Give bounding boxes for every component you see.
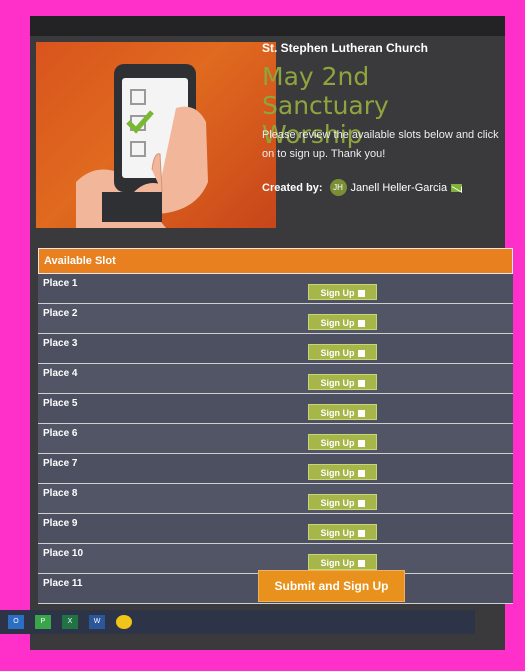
slot-label: Place 4 bbox=[43, 368, 78, 379]
slot-label: Place 10 bbox=[43, 548, 84, 559]
page-description: Please review the available slots below … bbox=[262, 129, 499, 160]
slot-row: Place 1 Sign Up bbox=[38, 274, 513, 304]
checkbox-icon[interactable] bbox=[357, 410, 365, 418]
slot-row: Place 9 Sign Up bbox=[38, 514, 513, 544]
slot-row: Place 3 Sign Up bbox=[38, 334, 513, 364]
sign-up-label: Sign Up bbox=[320, 378, 355, 388]
chrome-icon[interactable] bbox=[116, 615, 132, 629]
checkbox-icon[interactable] bbox=[357, 500, 365, 508]
sign-up-label: Sign Up bbox=[320, 558, 355, 568]
sign-up-button[interactable]: Sign Up bbox=[308, 374, 377, 390]
top-band bbox=[30, 16, 505, 36]
checkbox-icon[interactable] bbox=[357, 320, 365, 328]
sign-up-button[interactable]: Sign Up bbox=[308, 344, 377, 360]
sign-up-label: Sign Up bbox=[320, 408, 355, 418]
slot-row: Place 5 Sign Up bbox=[38, 394, 513, 424]
slot-label: Place 8 bbox=[43, 488, 78, 499]
sign-up-label: Sign Up bbox=[320, 318, 355, 328]
sign-up-label: Sign Up bbox=[320, 498, 355, 508]
sign-up-label: Sign Up bbox=[320, 288, 355, 298]
outlook-icon[interactable]: O bbox=[8, 615, 24, 629]
project-icon[interactable]: P bbox=[35, 615, 51, 629]
slot-label: Place 1 bbox=[43, 278, 78, 289]
table-header: Available Slot bbox=[38, 248, 513, 274]
sign-up-button[interactable]: Sign Up bbox=[308, 494, 377, 510]
excel-icon[interactable]: X bbox=[62, 615, 78, 629]
submit-signup-button[interactable]: Submit and Sign Up bbox=[258, 570, 405, 602]
sign-up-label: Sign Up bbox=[320, 348, 355, 358]
sign-up-button[interactable]: Sign Up bbox=[308, 404, 377, 420]
sign-up-label: Sign Up bbox=[320, 468, 355, 478]
slot-row: Place 4 Sign Up bbox=[38, 364, 513, 394]
slot-label: Place 6 bbox=[43, 428, 78, 439]
checkbox-icon[interactable] bbox=[357, 380, 365, 388]
slot-row: Place 8 Sign Up bbox=[38, 484, 513, 514]
slot-label: Place 2 bbox=[43, 308, 78, 319]
slot-label: Place 5 bbox=[43, 398, 78, 409]
created-by-label: Created by: bbox=[262, 181, 323, 194]
email-icon[interactable] bbox=[451, 183, 463, 192]
checkbox-icon[interactable] bbox=[357, 440, 365, 448]
sign-up-button[interactable]: Sign Up bbox=[308, 284, 377, 300]
sign-up-button[interactable]: Sign Up bbox=[308, 554, 377, 570]
phone-checklist-icon bbox=[76, 64, 208, 228]
checkbox-icon[interactable] bbox=[357, 470, 365, 478]
taskbar: O P X W bbox=[0, 610, 475, 634]
slot-label: Place 3 bbox=[43, 338, 78, 349]
sign-up-label: Sign Up bbox=[320, 528, 355, 538]
slot-row: Place 2 Sign Up bbox=[38, 304, 513, 334]
slot-label: Place 11 bbox=[43, 578, 83, 589]
slots-table: Available Slot Place 1 Sign Up Place 2 Sign… bbox=[38, 248, 513, 604]
sign-up-button[interactable]: Sign Up bbox=[308, 314, 377, 330]
sign-up-button[interactable]: Sign Up bbox=[308, 464, 377, 480]
slot-row: Place 7 Sign Up bbox=[38, 454, 513, 484]
word-icon[interactable]: W bbox=[89, 615, 105, 629]
sign-up-label: Sign Up bbox=[320, 438, 355, 448]
slot-row: Place 6 Sign Up bbox=[38, 424, 513, 454]
creator-name[interactable]: Janell Heller-Garcia bbox=[351, 182, 448, 194]
sign-up-button[interactable]: Sign Up bbox=[308, 434, 377, 450]
checkbox-icon[interactable] bbox=[357, 560, 365, 568]
avatar: JH bbox=[329, 179, 347, 196]
created-by: Created by: JH Janell Heller-Garcia bbox=[262, 179, 463, 196]
hero-illustration bbox=[36, 42, 276, 228]
checkbox-icon[interactable] bbox=[357, 290, 365, 298]
checkbox-icon[interactable] bbox=[357, 350, 365, 358]
sign-up-button[interactable]: Sign Up bbox=[308, 524, 377, 540]
checkbox-icon[interactable] bbox=[357, 530, 365, 538]
slot-label: Place 7 bbox=[43, 458, 78, 469]
slot-label: Place 9 bbox=[43, 518, 78, 529]
org-name: St. Stephen Lutheran Church bbox=[262, 41, 429, 55]
